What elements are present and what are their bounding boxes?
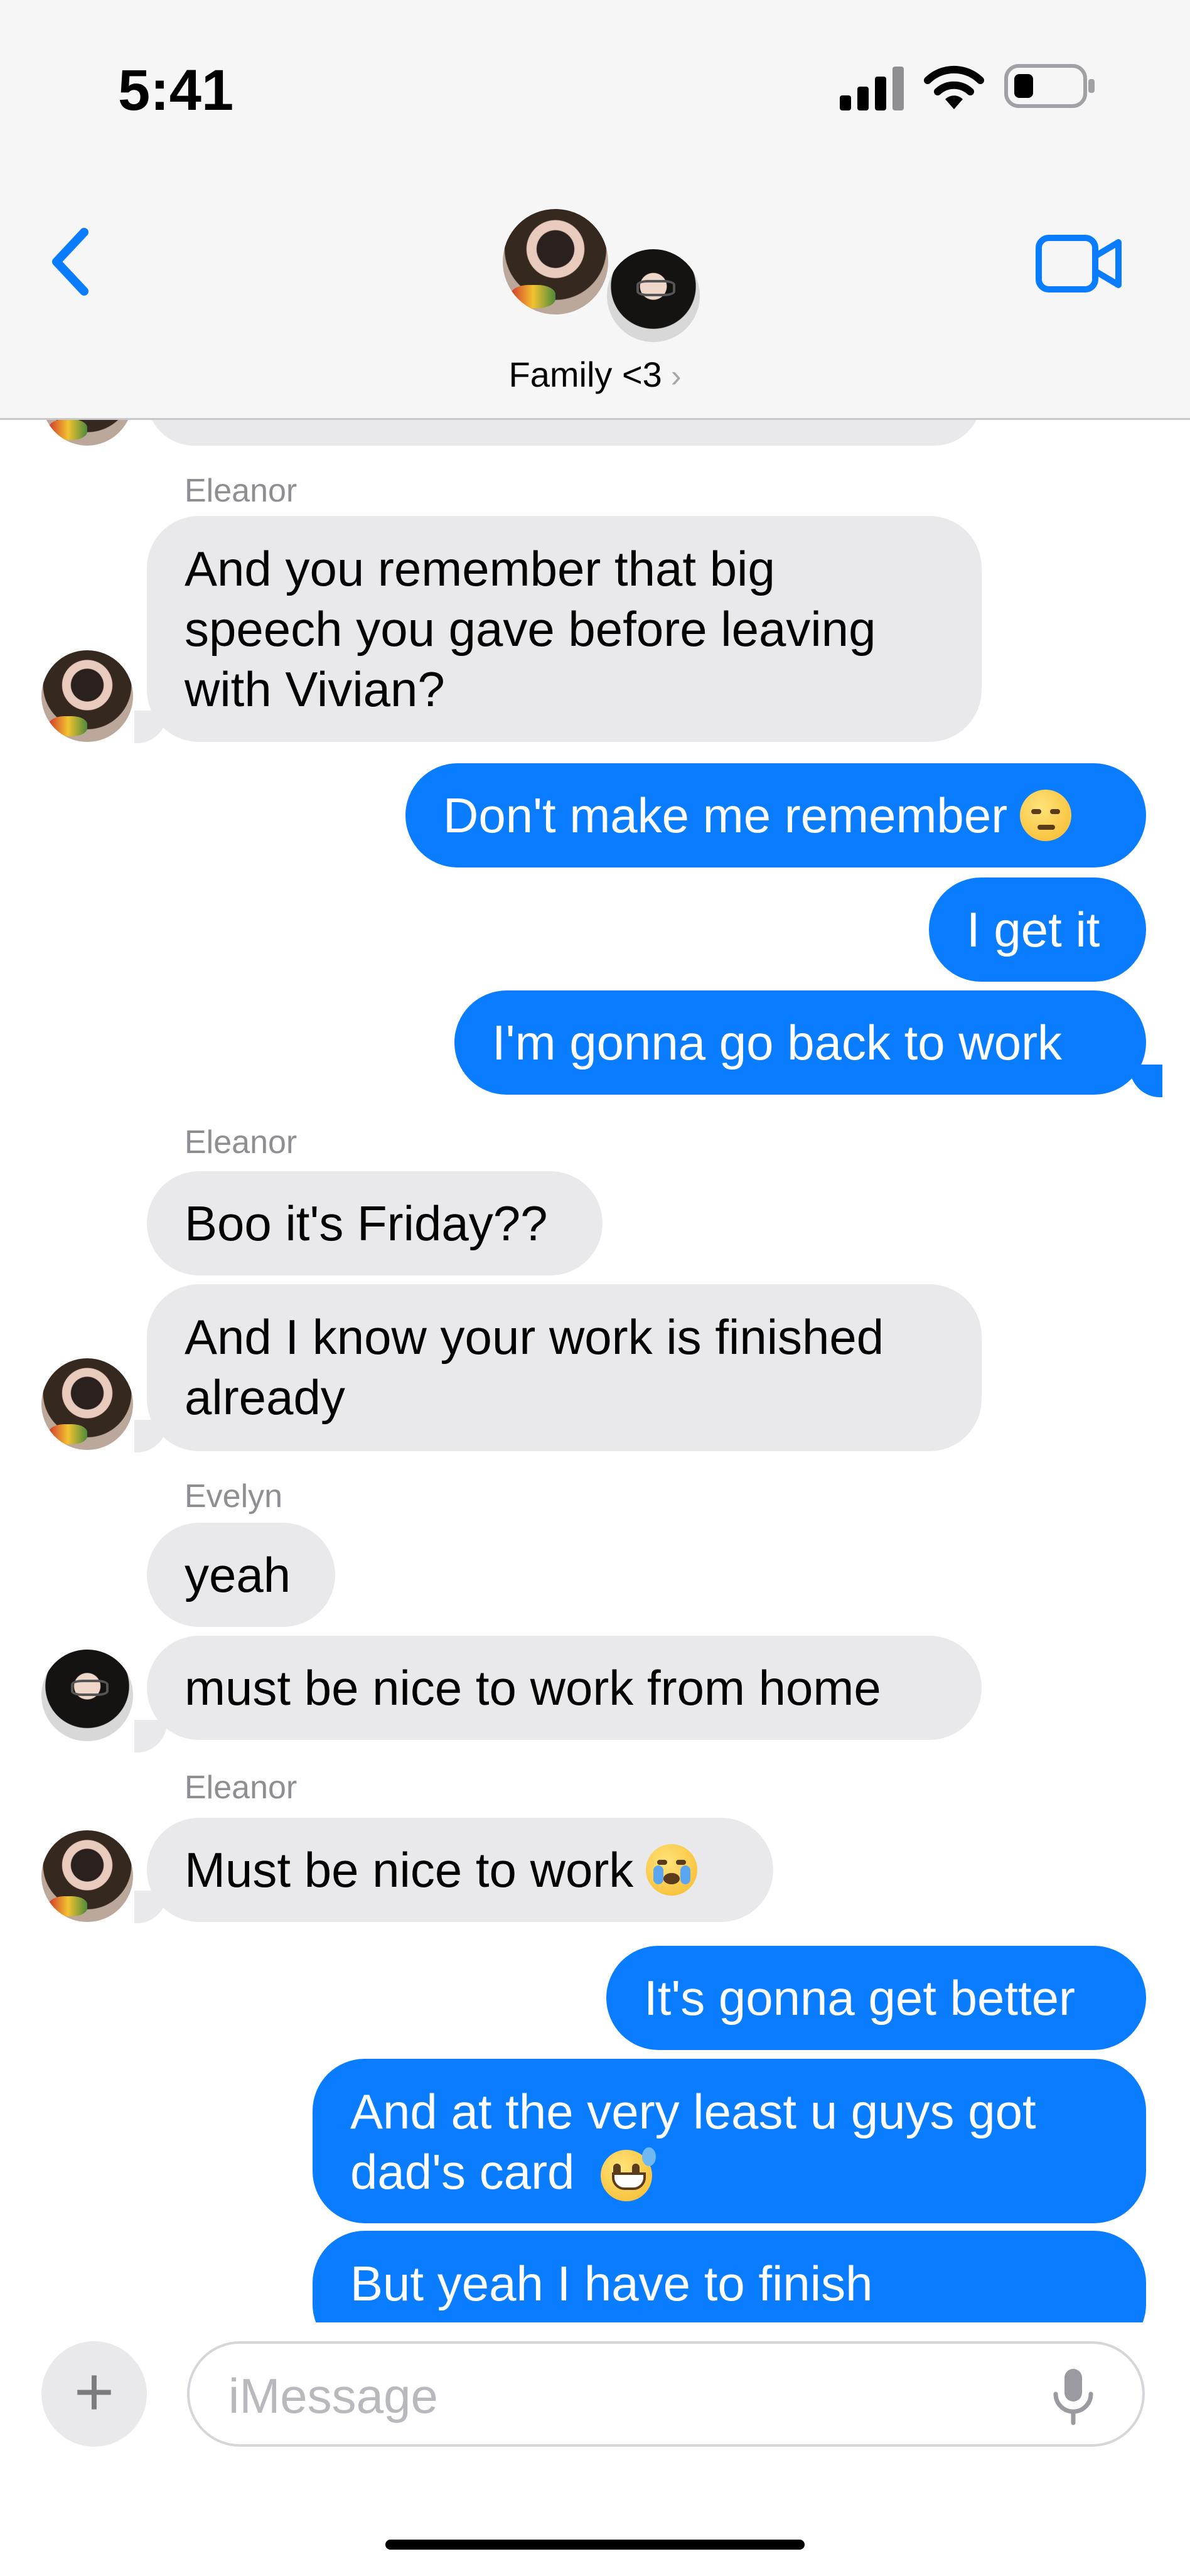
group-avatar-evelyn[interactable] xyxy=(604,246,703,345)
unamused-face-emoji-icon xyxy=(1020,790,1072,841)
group-name[interactable]: Family <3 › xyxy=(0,354,1190,395)
message-bubble-incoming[interactable]: Must be nice to work xyxy=(147,1818,773,1922)
message-text: Don't make me remember xyxy=(443,788,1008,843)
sender-avatar-eleanor xyxy=(41,1830,133,1922)
message-text: must be nice to work from home xyxy=(185,1660,881,1715)
message-bubble-incoming[interactable]: yeah xyxy=(147,1523,335,1627)
message-input-field[interactable] xyxy=(187,2341,1145,2447)
message-text: I'm gonna go back to work xyxy=(492,1015,1063,1070)
sender-name: Eleanor xyxy=(185,473,298,509)
loudly-crying-face-emoji-icon xyxy=(646,1844,698,1896)
sender-avatar-evelyn xyxy=(41,1650,133,1741)
microphone-icon[interactable] xyxy=(1048,2366,1098,2427)
message-text: And I know your work is finished already xyxy=(185,1309,884,1425)
message-bubble-outgoing[interactable]: It's gonna get better xyxy=(606,1946,1146,2050)
message-bubble-outgoing[interactable]: I get it xyxy=(929,877,1146,982)
status-time: 5:41 xyxy=(118,58,234,122)
message-bubble-incoming[interactable]: must be nice to work from home xyxy=(147,1636,982,1740)
cellular-signal-icon xyxy=(840,67,904,110)
wifi-icon xyxy=(924,65,984,109)
message-bubble-outgoing[interactable]: Don't make me remember xyxy=(405,763,1146,867)
message-text: yeah xyxy=(185,1547,291,1602)
group-chevron-icon: › xyxy=(670,358,682,394)
message-input[interactable] xyxy=(227,2363,1014,2429)
message-bubble-outgoing[interactable]: And at the very least u guys got dad's c… xyxy=(313,2059,1146,2223)
message-bubble-incoming[interactable]: And you remember that big speech you gav… xyxy=(147,516,982,742)
sender-name: Evelyn xyxy=(185,1478,283,1515)
back-chevron-icon[interactable] xyxy=(48,227,92,296)
message-bubble-incoming[interactable]: And I know your work is finished already xyxy=(147,1284,982,1451)
conversation-header: 5:41 Family <3 › xyxy=(0,0,1190,420)
sender-avatar-eleanor xyxy=(41,1358,133,1450)
sender-avatar-eleanor xyxy=(41,650,133,742)
message-text: But yeah I have to finish xyxy=(350,2256,873,2311)
sender-name: Eleanor xyxy=(185,1769,298,1806)
message-text: Must be nice to work xyxy=(185,1842,634,1897)
sender-name: Eleanor xyxy=(185,1124,298,1161)
message-bubble-outgoing[interactable]: I'm gonna go back to work xyxy=(454,990,1146,1095)
message-text: It's gonna get better xyxy=(644,1970,1076,2026)
add-attachment-button[interactable]: + xyxy=(41,2341,147,2447)
home-indicator[interactable] xyxy=(385,2540,805,2550)
battery-icon xyxy=(1004,64,1095,108)
video-call-icon[interactable] xyxy=(1036,233,1122,294)
group-name-label: Family <3 xyxy=(508,355,662,394)
message-bubble-incoming[interactable]: Boo it's Friday?? xyxy=(147,1171,603,1275)
message-text: I get it xyxy=(967,902,1100,957)
grinning-face-with-sweat-emoji-icon xyxy=(601,2147,657,2202)
message-text: And at the very least u guys got dad's c… xyxy=(350,2084,1036,2199)
group-avatar-eleanor[interactable] xyxy=(500,206,611,318)
message-text: And you remember that big speech you gav… xyxy=(185,541,876,717)
message-text: Boo it's Friday?? xyxy=(185,1196,548,1251)
